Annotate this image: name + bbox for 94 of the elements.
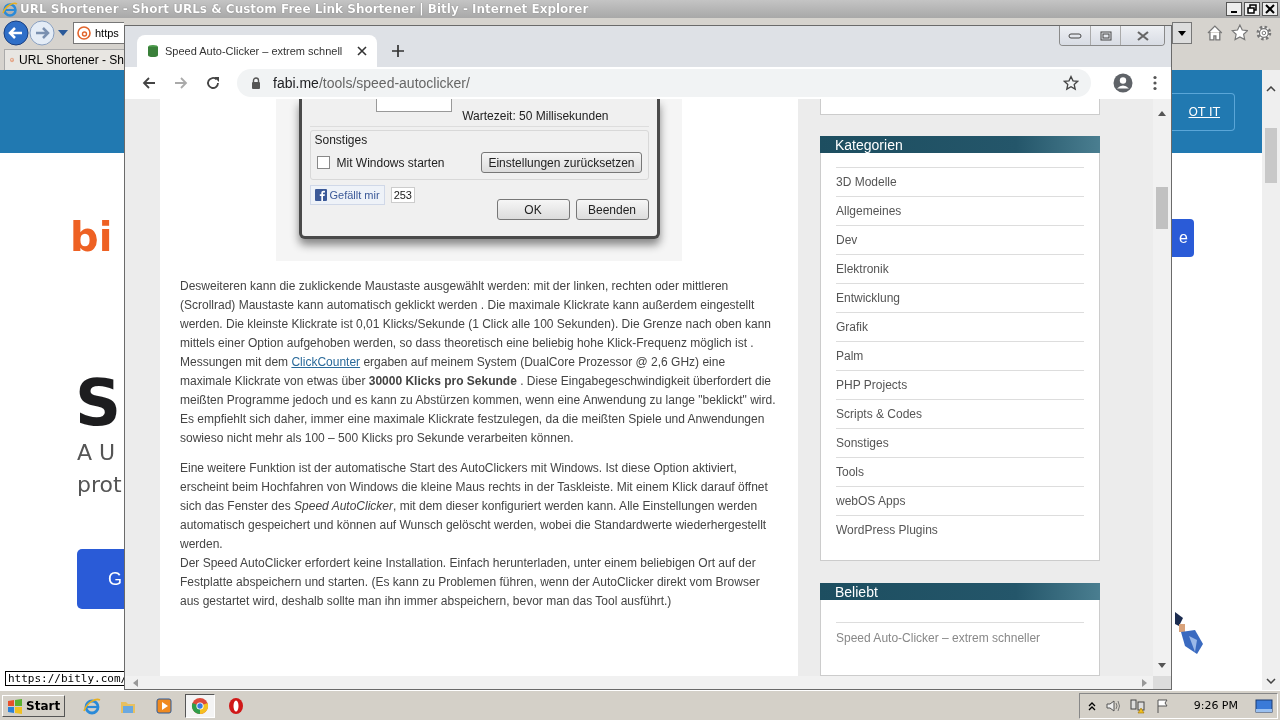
category-link[interactable]: 3D Modelle [836, 167, 1084, 197]
settings-icon[interactable] [1255, 24, 1273, 42]
group-title: Sonstiges [314, 133, 369, 147]
chrome-taskbar-button[interactable] [185, 693, 216, 718]
new-tab-icon[interactable] [391, 43, 405, 58]
scroll-left-icon[interactable] [133, 678, 138, 687]
start-button[interactable]: Start [2, 694, 66, 717]
cta-button[interactable]: G [77, 549, 124, 609]
category-link[interactable]: Sonstiges [836, 428, 1084, 458]
scroll-right-icon[interactable] [1142, 678, 1147, 687]
article-paragraph: Eine weitere Funktion ist der automatische Start des AutoClickers mit Windows. Ist diese Option aktiviert, erscheint beim Hochfahren von Windows die kleine Maus rechts in der Taskleiste. Mit einem Klick darauf öffnet sich das Fenster des Speed AutoClicker, mit dem dieser konfiguriert werden kann. Alle Einstellungen werden automatisch gespeichert und können auf Wunsch gelöscht werden, wobei die Standardwerte wiederhergestellt werden. [180, 460, 769, 553]
scrollbar[interactable] [1262, 70, 1280, 690]
close-tab-icon[interactable] [357, 46, 367, 56]
article-paragraph: Desweiteren kann die zuklickende Maustaste ausgewählt werden: mit der linken, rechten oder mittleren (Scrollrad) Maustaste kann automatisch geklickt werden . Die maximale Klickrate kann außerdem eingestellt werden. Die kleinste Klickrate ist 0,01 Klicks/Sekunde (1 Click alle 100 Sekunden). Die Grenze nach oben kann mittels einer Option aufgehoben werden, so dass theoretisch eine beliebig hohe Klick-Frequenz möglich ist . [180, 278, 772, 352]
hero-heading: S [75, 369, 122, 437]
reset-settings-button[interactable]: Einstellungen zurücksetzen [481, 152, 642, 173]
scroll-thumb[interactable] [1265, 128, 1277, 183]
scrollbar-corner [1153, 676, 1171, 689]
show-hidden-icon[interactable] [1087, 700, 1096, 711]
speaker-icon[interactable] [1104, 697, 1121, 714]
category-link[interactable]: Palm [836, 341, 1084, 371]
scroll-down-icon[interactable] [1266, 678, 1276, 684]
browser-tab[interactable]: URL Shortener - Sh [4, 49, 124, 70]
address-field[interactable]: https [73, 22, 124, 44]
windows-logo-icon [7, 697, 23, 714]
article-paragraph: Der Speed AutoClicker erfordert keine Installation. Einfach herunterladen, unter einem beliebigen Ort auf der Festplatte abspeichern und starten. (Es kann zu Problemen führen, wenn der AutoClicker direkt vom Browser aus gestartet wird, deshalb sollte man ihn immer abspeichern, bevor man das Tool ausführt.) [180, 555, 761, 610]
close-icon [1136, 30, 1149, 41]
figure-drawing [1175, 612, 1205, 657]
article-paragraph: Messungen mit dem ClickCounter ergaben auf meinem System (DualCore Prozessor @ 2,6 GHz) eine maximale Klickrate von etwas über 30000 Klicks pro Sekunde . Diese Eingabegeschwindigkeit überfordert die meißten Programme jedoch und es kann zu Abstürzen kommen, wenn eine Anwendung zu lange "beklickt" wird. Es empfiehlt sich daher, immer eine maximale Klickrate festzulegen, da die meißten Spiele und Anwendungen sowieso nicht mehr als 100 – 500 Klicks pro Sekunde verarbeiten können. [180, 354, 777, 447]
back-icon[interactable] [141, 75, 157, 91]
home-icon[interactable] [1205, 24, 1224, 42]
minimize-button[interactable] [1226, 2, 1242, 16]
minimize-icon [1068, 31, 1082, 40]
restore-icon [1247, 4, 1257, 14]
category-link[interactable]: Entwicklung [836, 283, 1084, 313]
show-desktop-icon[interactable] [1255, 698, 1273, 713]
category-link[interactable]: Elektronik [836, 254, 1084, 284]
restore-button[interactable] [1244, 2, 1260, 16]
clock: 9:26 PM [1193, 699, 1238, 712]
address-dropdown-button[interactable] [1172, 22, 1192, 44]
account-icon[interactable] [1113, 73, 1133, 93]
category-link[interactable]: PHP Projects [836, 370, 1084, 400]
scroll-up-icon[interactable] [1266, 86, 1276, 92]
category-link[interactable]: webOS Apps [836, 486, 1084, 516]
signup-button[interactable]: e [1172, 219, 1194, 257]
logo: bi [70, 213, 113, 261]
popular-post-link[interactable]: Speed Auto-Clicker – extrem schneller [836, 622, 1084, 659]
widget-header: Beliebt [820, 583, 1100, 600]
category-link[interactable]: Tools [836, 457, 1084, 487]
browser-logo-icon [83, 696, 102, 715]
like-button[interactable]: Gefällt mir [309, 185, 385, 205]
minimize-icon [1231, 11, 1237, 13]
play-icon [155, 696, 174, 715]
hero-subtitle: prot [77, 471, 122, 499]
database-icon [147, 44, 159, 58]
wait-time-label: Wartezeit: 50 Millisekunden [462, 109, 609, 123]
browser-logo-icon [2, 1, 18, 17]
scrollbar[interactable] [1153, 99, 1171, 676]
network-icon[interactable] [1129, 697, 1146, 714]
lock-icon [251, 77, 261, 89]
horizontal-scrollbar[interactable] [125, 676, 1171, 689]
site-icon [77, 26, 91, 40]
scroll-down-icon[interactable] [1158, 663, 1166, 668]
facebook-icon [314, 189, 327, 201]
like-count: 253 [390, 187, 415, 203]
scroll-up-icon[interactable] [1158, 111, 1166, 116]
menu-icon[interactable] [1153, 75, 1157, 91]
category-link[interactable]: WordPress Plugins [836, 515, 1084, 545]
dropdown-icon[interactable] [58, 30, 68, 36]
reload-icon[interactable] [205, 75, 221, 91]
address-field[interactable]: fabi.me/tools/speed-autoclicker/ [237, 69, 1091, 97]
hero-subtitle: A U [77, 439, 116, 467]
scroll-thumb[interactable] [1156, 187, 1168, 229]
category-link[interactable]: Allgemeines [836, 196, 1084, 226]
browser-tab[interactable]: Speed Auto-Clicker – extrem schnell [137, 35, 377, 67]
caret-icon [1177, 30, 1186, 36]
flag-icon[interactable] [1154, 697, 1171, 714]
back-button[interactable] [3, 20, 29, 46]
window-title: URL Shortener - Short URLs & Custom Free Link Shortener | Bitly - Internet Explorer [20, 2, 589, 16]
browser-logo-icon [227, 696, 246, 715]
restore-icon [1099, 30, 1112, 41]
browser-logo-icon [191, 696, 210, 715]
bookmark-star-icon[interactable] [1063, 75, 1079, 91]
close-icon [1265, 4, 1275, 14]
category-link[interactable]: Grafik [836, 312, 1084, 342]
dialog-button[interactable]: OK [496, 199, 570, 220]
close-button[interactable] [1262, 2, 1278, 16]
autostart-checkbox[interactable]: Mit Windows starten [316, 155, 445, 170]
star-icon[interactable] [1230, 24, 1249, 42]
category-link[interactable]: Dev [836, 225, 1084, 255]
text-link[interactable]: ClickCounter [291, 355, 361, 369]
widget-header: Kategorien [820, 136, 1100, 154]
dialog-button[interactable]: Beenden [575, 199, 649, 220]
category-link[interactable]: Scripts & Codes [836, 399, 1084, 429]
